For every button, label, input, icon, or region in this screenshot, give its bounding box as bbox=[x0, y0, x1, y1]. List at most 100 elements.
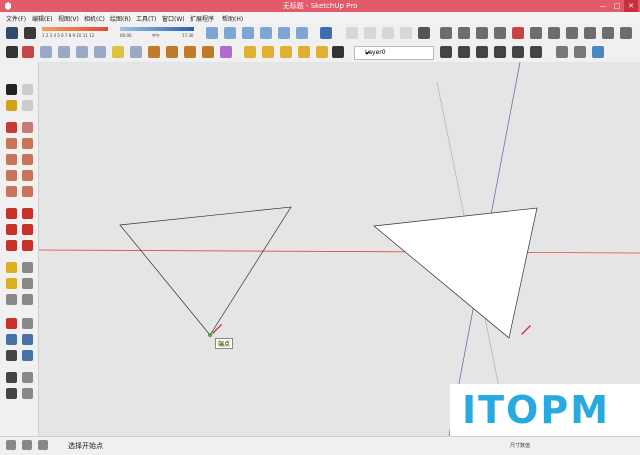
xray-icon[interactable] bbox=[320, 27, 332, 39]
layer-dropdown[interactable]: ✔ Layer0 bbox=[354, 46, 434, 60]
three-point-arc-icon[interactable] bbox=[6, 186, 17, 197]
offset-tool-icon[interactable] bbox=[22, 240, 33, 251]
eraser-tool-icon[interactable] bbox=[22, 100, 33, 111]
outliner-icon[interactable] bbox=[440, 46, 452, 58]
triangle-outline[interactable] bbox=[119, 206, 292, 336]
menu-draw[interactable]: 绘图(R) bbox=[110, 14, 131, 23]
model-canvas[interactable] bbox=[39, 62, 640, 436]
solid-union-icon[interactable] bbox=[202, 46, 214, 58]
sandbox-scratch-icon[interactable] bbox=[58, 46, 70, 58]
zoom-extents-tool-icon[interactable] bbox=[6, 350, 17, 361]
sandbox-contours-icon[interactable] bbox=[40, 46, 52, 58]
look-around-icon[interactable] bbox=[22, 372, 33, 383]
hidden-line-icon[interactable] bbox=[364, 27, 376, 39]
credits-icon[interactable] bbox=[22, 440, 32, 450]
solid-trim-icon[interactable] bbox=[220, 46, 232, 58]
materials-icon[interactable] bbox=[476, 46, 488, 58]
select-arrow-icon[interactable] bbox=[6, 84, 17, 95]
help-icon[interactable] bbox=[38, 440, 48, 450]
add-location-icon-2[interactable] bbox=[244, 46, 256, 58]
line-tool-icon[interactable] bbox=[6, 122, 17, 133]
display-section-icon[interactable] bbox=[530, 27, 542, 39]
style-2-icon[interactable] bbox=[280, 46, 292, 58]
solid-outer-shell-icon[interactable] bbox=[166, 46, 178, 58]
menu-view[interactable]: 视图(V) bbox=[58, 14, 79, 23]
iso-view-icon[interactable] bbox=[206, 27, 218, 39]
two-point-arc-icon[interactable] bbox=[22, 170, 33, 181]
menu-camera[interactable]: 相机(C) bbox=[84, 14, 105, 23]
pan-tool-icon[interactable] bbox=[22, 318, 33, 329]
back-view-icon[interactable] bbox=[278, 27, 290, 39]
make-component-icon[interactable] bbox=[22, 84, 33, 95]
fog-icon[interactable] bbox=[512, 46, 524, 58]
orbit-icon[interactable] bbox=[556, 46, 568, 58]
top-view-icon[interactable] bbox=[224, 27, 236, 39]
left-view-icon[interactable] bbox=[296, 27, 308, 39]
warehouse-icon[interactable] bbox=[440, 27, 452, 39]
text-tool-icon[interactable] bbox=[22, 278, 33, 289]
toggle-terrain-icon[interactable] bbox=[584, 27, 596, 39]
walk-tool-icon[interactable] bbox=[6, 388, 17, 399]
menu-window[interactable]: 窗口(W) bbox=[162, 14, 185, 23]
axes-tool-icon[interactable] bbox=[6, 294, 17, 305]
select-tool-icon[interactable] bbox=[6, 46, 18, 58]
drawing-viewport[interactable] bbox=[39, 62, 640, 436]
photo-texture-icon[interactable] bbox=[602, 27, 614, 39]
eraser-icon[interactable] bbox=[22, 46, 34, 58]
close-button[interactable]: ✕ bbox=[624, 0, 638, 12]
tape-measure-icon[interactable] bbox=[6, 262, 17, 273]
pan-icon[interactable] bbox=[574, 46, 586, 58]
shadow-icon[interactable] bbox=[24, 27, 36, 39]
arc-tool-icon[interactable] bbox=[6, 170, 17, 181]
component-browser-icon[interactable] bbox=[458, 46, 470, 58]
maximize-button[interactable]: □ bbox=[610, 0, 624, 12]
drape-icon[interactable] bbox=[112, 46, 124, 58]
front-view-icon[interactable] bbox=[242, 27, 254, 39]
style-3-icon[interactable] bbox=[298, 46, 310, 58]
geolocation-icon[interactable] bbox=[6, 440, 16, 450]
orbit-tool-icon[interactable] bbox=[6, 318, 17, 329]
menu-tools[interactable]: 工具(T) bbox=[136, 14, 156, 23]
extension-warehouse-icon[interactable] bbox=[494, 27, 506, 39]
move-tool-icon[interactable] bbox=[6, 208, 17, 219]
pie-tool-icon[interactable] bbox=[22, 186, 33, 197]
solid-intersect-icon[interactable] bbox=[184, 46, 196, 58]
textured-icon[interactable] bbox=[400, 27, 412, 39]
paint-bucket-icon[interactable] bbox=[6, 100, 17, 111]
time-slider[interactable] bbox=[120, 27, 194, 31]
rectangle-tool-icon[interactable] bbox=[6, 138, 17, 149]
smoove-icon[interactable] bbox=[76, 46, 88, 58]
add-detail-icon[interactable] bbox=[130, 46, 142, 58]
generate-report-icon[interactable] bbox=[620, 27, 632, 39]
rotate-tool-icon[interactable] bbox=[6, 224, 17, 235]
zoom-extents-icon[interactable] bbox=[592, 46, 604, 58]
polygon-tool-icon[interactable] bbox=[22, 154, 33, 165]
layer-manager-icon[interactable] bbox=[332, 46, 344, 58]
protractor-icon[interactable] bbox=[6, 278, 17, 289]
section-cut-icon[interactable] bbox=[548, 27, 560, 39]
section-plane-icon[interactable] bbox=[512, 27, 524, 39]
push-pull-icon[interactable] bbox=[22, 208, 33, 219]
instructor-icon[interactable] bbox=[6, 27, 18, 39]
components-icon[interactable] bbox=[476, 27, 488, 39]
follow-me-icon[interactable] bbox=[22, 224, 33, 235]
stamp-icon[interactable] bbox=[94, 46, 106, 58]
monochrome-icon[interactable] bbox=[418, 27, 430, 39]
style-4-icon[interactable] bbox=[316, 46, 328, 58]
rotated-rectangle-icon[interactable] bbox=[22, 138, 33, 149]
minimize-button[interactable]: — bbox=[596, 0, 610, 12]
flip-edge-icon[interactable] bbox=[148, 46, 160, 58]
month-slider[interactable] bbox=[42, 27, 108, 31]
menu-help[interactable]: 帮助(H) bbox=[222, 14, 243, 23]
dimension-tool-icon[interactable] bbox=[22, 262, 33, 273]
measurement-box[interactable]: 尺寸数值 bbox=[510, 442, 530, 449]
zoom-window-icon[interactable] bbox=[22, 334, 33, 345]
share-model-icon[interactable] bbox=[458, 27, 470, 39]
menu-file[interactable]: 文件(F) bbox=[6, 14, 26, 23]
styles-icon[interactable] bbox=[494, 46, 506, 58]
menu-edit[interactable]: 编辑(E) bbox=[32, 14, 52, 23]
position-camera-icon[interactable] bbox=[6, 372, 17, 383]
menu-extensions[interactable]: 扩展程序 bbox=[190, 14, 214, 23]
shaded-icon[interactable] bbox=[382, 27, 394, 39]
previous-view-icon[interactable] bbox=[22, 350, 33, 361]
